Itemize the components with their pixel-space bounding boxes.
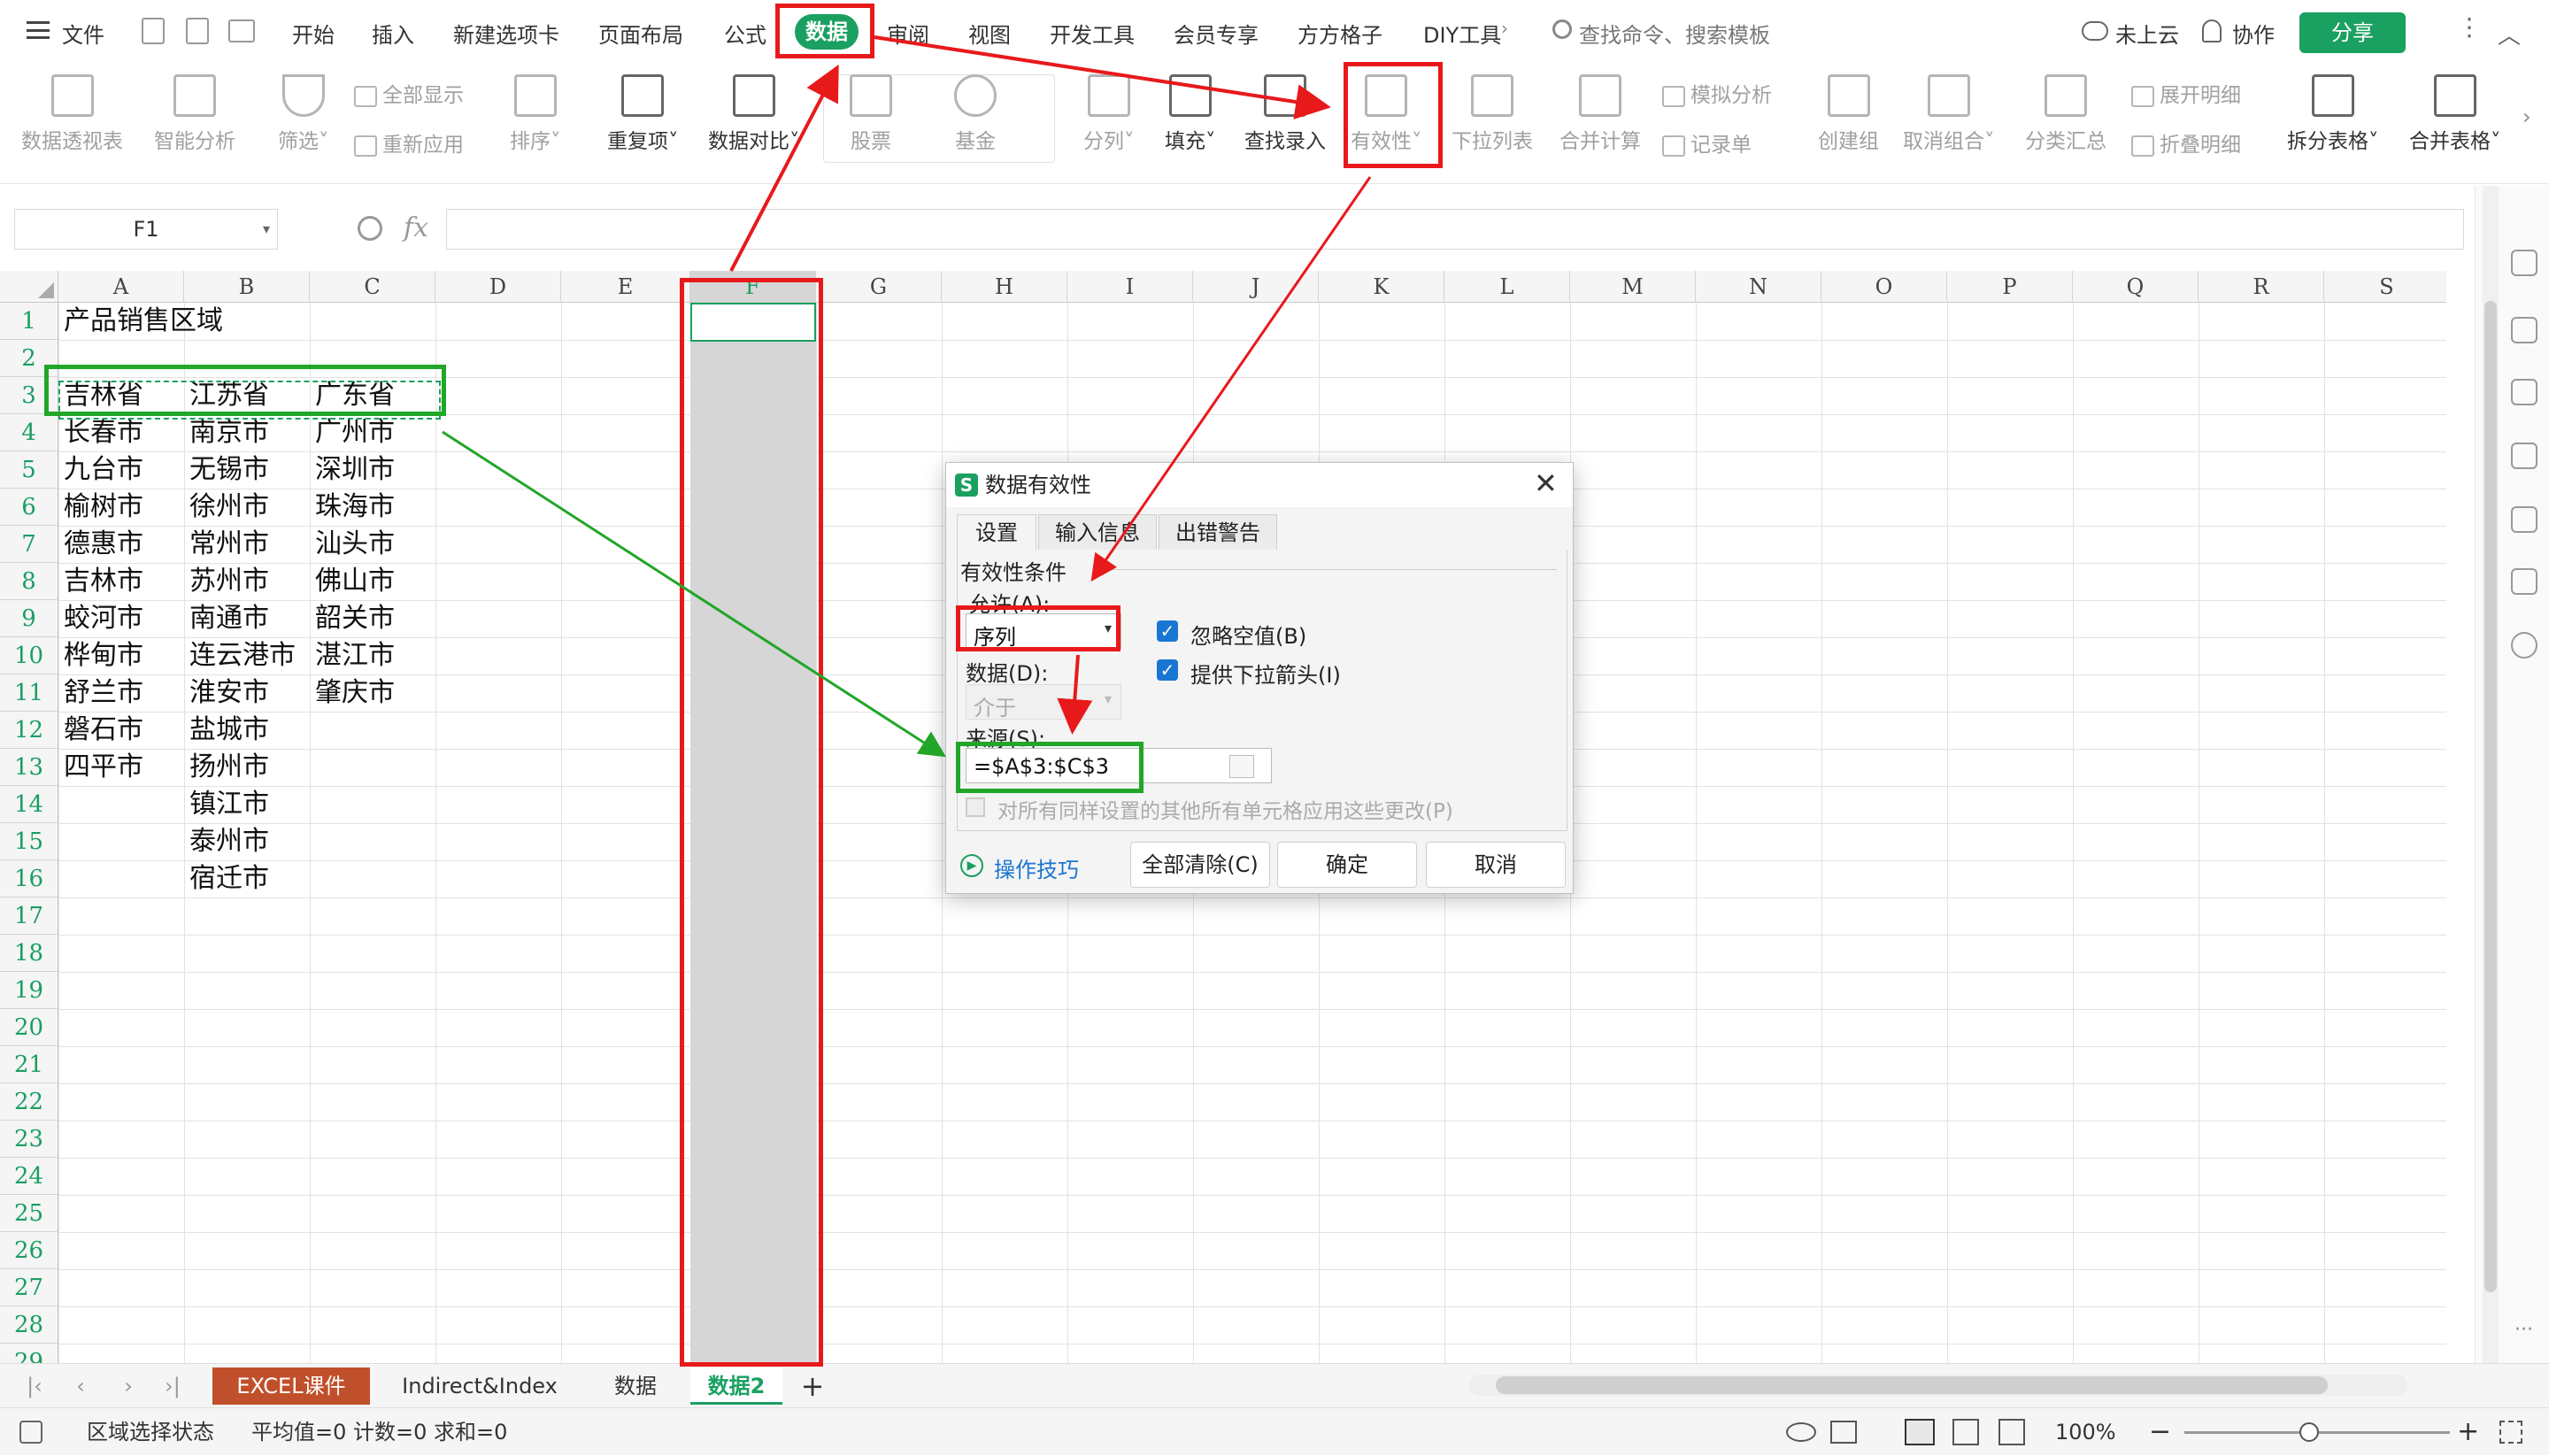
arrow-allow-to-source (1057, 654, 1093, 735)
arrow-column-to-menu (729, 64, 839, 272)
annotation-arrows (442, 35, 1372, 758)
arrow-validity-to-dialog (1090, 176, 1372, 582)
arrow-range-to-source (442, 430, 947, 758)
arrow-menu-to-validity (874, 35, 1331, 119)
